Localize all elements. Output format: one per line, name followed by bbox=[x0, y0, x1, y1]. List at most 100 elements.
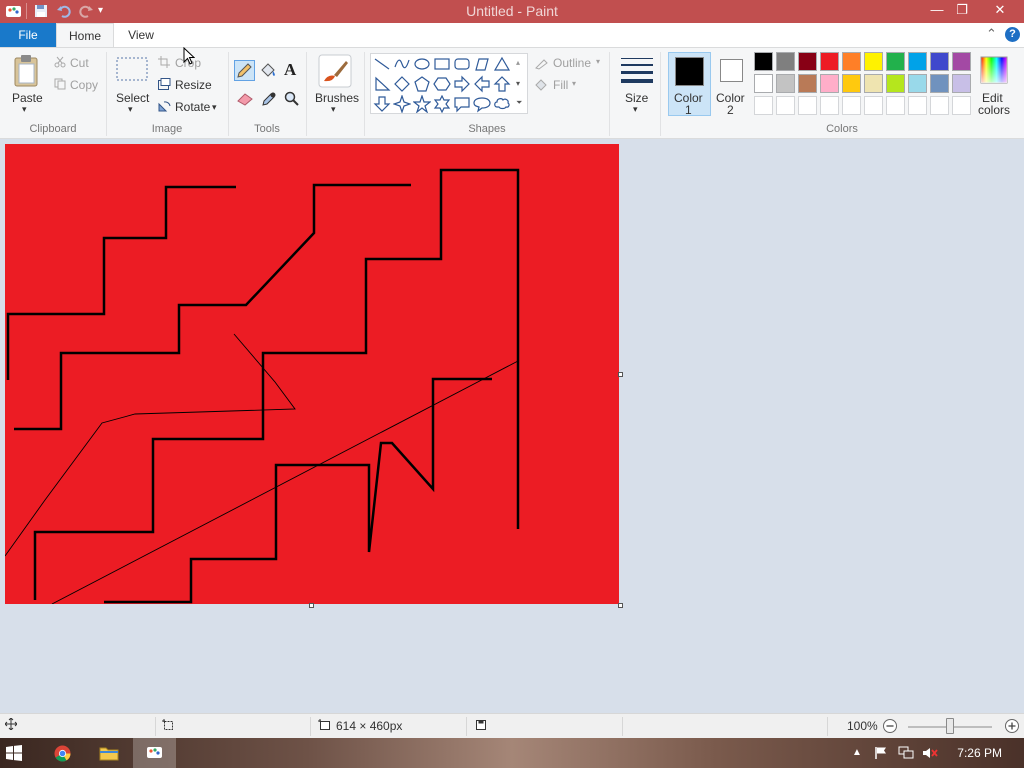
palette-color-swatch[interactable] bbox=[798, 74, 817, 93]
network-icon[interactable] bbox=[898, 746, 914, 768]
palette-color-swatch[interactable] bbox=[842, 52, 861, 71]
fill-icon[interactable] bbox=[534, 78, 549, 92]
palette-color-swatch[interactable] bbox=[908, 52, 927, 71]
paste-icon[interactable] bbox=[12, 54, 42, 88]
palette-color-swatch[interactable] bbox=[952, 74, 971, 93]
size-dropdown-icon[interactable]: ▾ bbox=[633, 104, 638, 115]
cut-icon[interactable] bbox=[54, 56, 66, 68]
curve-shape-icon[interactable] bbox=[393, 55, 411, 73]
tab-view[interactable]: View bbox=[114, 23, 168, 47]
canvas-workspace[interactable] bbox=[0, 139, 1024, 713]
palette-color-swatch[interactable] bbox=[886, 52, 905, 71]
rotate-icon[interactable] bbox=[158, 100, 171, 112]
palette-color-swatch[interactable] bbox=[754, 52, 773, 71]
rotate-button[interactable]: Rotate bbox=[175, 100, 210, 114]
fill-button[interactable]: Fill bbox=[553, 78, 568, 92]
magnifier-icon[interactable] bbox=[284, 91, 300, 107]
copy-button[interactable]: Copy bbox=[70, 78, 98, 92]
edit-colors-line2[interactable]: colors bbox=[978, 103, 1010, 117]
pencil-tool-icon[interactable] bbox=[234, 60, 255, 81]
palette-color-swatch[interactable] bbox=[798, 52, 817, 71]
palette-color-swatch[interactable] bbox=[864, 74, 883, 93]
copy-icon[interactable] bbox=[54, 78, 66, 90]
zoom-in-button[interactable] bbox=[1004, 718, 1020, 737]
edit-colors-icon[interactable] bbox=[980, 56, 1008, 84]
palette-color-swatch[interactable] bbox=[952, 52, 971, 71]
shapes-more-icon[interactable]: ⏷ bbox=[516, 98, 522, 108]
outline-button[interactable]: Outline bbox=[553, 56, 591, 70]
paste-button[interactable]: Paste bbox=[12, 91, 43, 105]
custom-color-slot[interactable] bbox=[776, 96, 795, 115]
palette-color-swatch[interactable] bbox=[820, 52, 839, 71]
rectangle-shape-icon[interactable] bbox=[433, 55, 451, 73]
palette-color-swatch[interactable] bbox=[776, 74, 795, 93]
outline-icon[interactable] bbox=[534, 56, 549, 70]
color2-swatch[interactable] bbox=[720, 59, 743, 82]
palette-color-swatch[interactable] bbox=[930, 74, 949, 93]
outline-dropdown-icon[interactable]: ▾ bbox=[596, 57, 600, 66]
custom-color-slot[interactable] bbox=[908, 96, 927, 115]
palette-color-swatch[interactable] bbox=[820, 74, 839, 93]
custom-color-slot[interactable] bbox=[798, 96, 817, 115]
polygon-shape-icon[interactable] bbox=[473, 55, 491, 73]
custom-color-slot[interactable] bbox=[842, 96, 861, 115]
palette-color-swatch[interactable] bbox=[886, 74, 905, 93]
show-hidden-icons[interactable]: ▲ bbox=[852, 747, 862, 768]
pentagon-shape-icon[interactable] bbox=[413, 75, 431, 93]
rounded-callout-shape-icon[interactable] bbox=[453, 95, 471, 113]
hexagon-shape-icon[interactable] bbox=[433, 75, 451, 93]
canvas-resize-handle-right[interactable] bbox=[618, 372, 623, 377]
zoom-out-button[interactable] bbox=[882, 718, 898, 737]
taskbar-clock[interactable]: 7:26 PM bbox=[957, 746, 1002, 760]
tab-file[interactable]: File bbox=[0, 23, 56, 47]
palette-color-swatch[interactable] bbox=[842, 74, 861, 93]
down-arrow-shape-icon[interactable] bbox=[373, 95, 391, 113]
canvas-resize-handle-bottom[interactable] bbox=[309, 603, 314, 608]
custom-color-slot[interactable] bbox=[930, 96, 949, 115]
action-center-flag-icon[interactable] bbox=[874, 746, 888, 768]
diamond-shape-icon[interactable] bbox=[393, 75, 411, 93]
chrome-taskbar-icon[interactable] bbox=[54, 745, 71, 768]
color-picker-icon[interactable] bbox=[261, 91, 277, 107]
custom-color-slot[interactable] bbox=[886, 96, 905, 115]
palette-color-swatch[interactable] bbox=[776, 52, 795, 71]
size-icon[interactable] bbox=[620, 56, 654, 84]
restore-button[interactable]: ❐ bbox=[947, 0, 977, 22]
oval-shape-icon[interactable] bbox=[413, 55, 431, 73]
right-arrow-shape-icon[interactable] bbox=[453, 75, 471, 93]
palette-color-swatch[interactable] bbox=[930, 52, 949, 71]
oval-callout-shape-icon[interactable] bbox=[473, 95, 491, 113]
tab-home[interactable]: Home bbox=[56, 23, 114, 47]
triangle-shape-icon[interactable] bbox=[493, 55, 511, 73]
close-button[interactable]: ✕ bbox=[985, 0, 1015, 22]
palette-color-swatch[interactable] bbox=[754, 74, 773, 93]
paint-taskbar-button[interactable] bbox=[133, 738, 176, 768]
select-dropdown-icon[interactable]: ▾ bbox=[128, 104, 133, 115]
size-button[interactable]: Size bbox=[625, 91, 648, 105]
resize-icon[interactable] bbox=[158, 78, 171, 90]
custom-color-slot[interactable] bbox=[952, 96, 971, 115]
shapes-scroll-up-icon[interactable]: ▴ bbox=[516, 58, 520, 67]
volume-muted-icon[interactable] bbox=[922, 746, 938, 768]
line-shape-icon[interactable] bbox=[373, 55, 391, 73]
eraser-icon[interactable] bbox=[236, 92, 254, 106]
five-point-star-shape-icon[interactable] bbox=[413, 95, 431, 113]
brushes-button[interactable]: Brushes bbox=[315, 91, 359, 105]
select-button[interactable]: Select bbox=[116, 91, 149, 105]
paste-dropdown-icon[interactable]: ▾ bbox=[22, 104, 27, 115]
resize-button[interactable]: Resize bbox=[175, 78, 212, 92]
left-arrow-shape-icon[interactable] bbox=[473, 75, 491, 93]
rotate-dropdown-icon[interactable]: ▾ bbox=[212, 102, 217, 113]
drawing-canvas[interactable] bbox=[5, 144, 619, 604]
file-explorer-taskbar-icon[interactable] bbox=[99, 745, 119, 768]
shapes-gallery[interactable] bbox=[370, 53, 528, 114]
up-arrow-shape-icon[interactable] bbox=[493, 75, 511, 93]
help-icon[interactable]: ? bbox=[1005, 27, 1020, 42]
fill-dropdown-icon[interactable]: ▾ bbox=[572, 79, 576, 88]
custom-color-slot[interactable] bbox=[864, 96, 883, 115]
select-icon[interactable] bbox=[116, 57, 148, 83]
cloud-callout-shape-icon[interactable] bbox=[493, 95, 511, 113]
collapse-ribbon-icon[interactable]: ⌃ bbox=[986, 26, 997, 42]
cut-button[interactable]: Cut bbox=[70, 56, 89, 70]
four-point-star-shape-icon[interactable] bbox=[393, 95, 411, 113]
